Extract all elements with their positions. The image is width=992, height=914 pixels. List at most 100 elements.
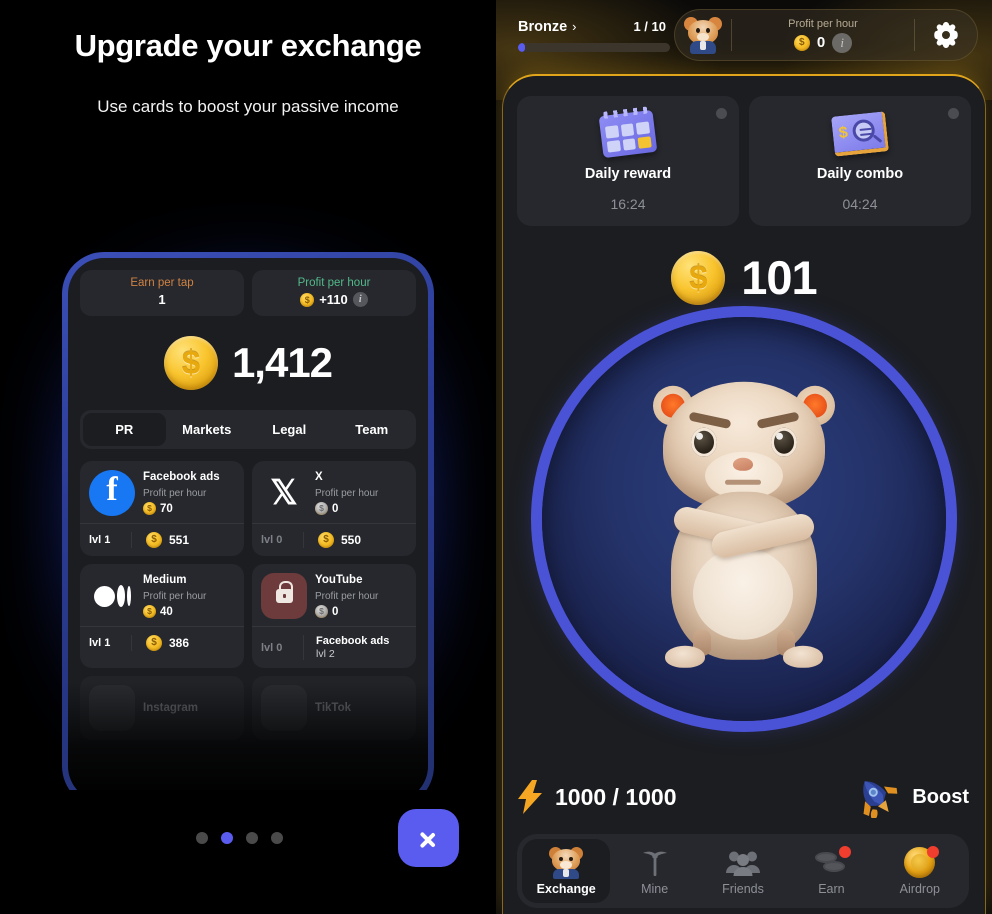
status-dot (716, 108, 727, 119)
avatar[interactable] (675, 16, 731, 54)
upgrade-card: f Facebook ads Profit per hour $ 70 lvl … (80, 461, 244, 556)
upgrade-card-pph-value: 70 (160, 502, 173, 515)
upgrade-card-name: TikTok (315, 702, 351, 715)
carousel-dot-4[interactable] (271, 832, 283, 844)
hamster-tap-circle[interactable] (542, 317, 946, 721)
carousel-dot-3[interactable] (246, 832, 258, 844)
rank-progress-fill (518, 42, 525, 52)
preview-faded-row: Instagram TikTok (80, 676, 416, 741)
upgrade-card-name: Medium (143, 574, 187, 586)
daily-reward-timer: 16:24 (610, 196, 646, 212)
upgrade-card-faded: Instagram (80, 676, 244, 741)
tab-pr: PR (83, 413, 166, 446)
energy-boost-row: 1000 / 1000 Boost (517, 776, 969, 822)
lightning-bolt-icon (517, 780, 543, 814)
instagram-icon (89, 685, 135, 732)
next-slide-button[interactable] (398, 809, 459, 867)
preview-earn-per-tap-card: Earn per tap 1 (80, 270, 244, 316)
upgrade-card-faded: TikTok (252, 676, 416, 741)
upgrade-card-level: lvl 0 (261, 641, 283, 654)
notification-badge (839, 845, 852, 858)
gold-coin-icon (904, 845, 940, 879)
facebook-icon: f (89, 470, 135, 516)
nav-item-earn[interactable]: Earn (787, 839, 875, 903)
upgrade-card-pph-label: Profit per hour (315, 591, 379, 603)
upgrade-card-price: 386 (169, 636, 190, 650)
earn-per-tap-label: Earn per tap (130, 277, 194, 289)
phone-screen: Earn per tap 1 Profit per hour $ +110 i (68, 258, 428, 802)
rank-progress-bar (518, 42, 670, 52)
coin-icon: $ (793, 34, 810, 51)
nav-item-friends[interactable]: Friends (699, 839, 787, 903)
coin-icon: $ (146, 635, 162, 651)
coin-icon: $ (315, 605, 328, 619)
settings-button[interactable] (915, 20, 977, 50)
preview-balance-value: 1,412 (231, 339, 333, 386)
info-icon: i (352, 292, 368, 307)
carousel-dot-1[interactable] (196, 832, 208, 844)
coin-icon: $ (315, 502, 328, 516)
profit-per-hour-row: $ +110 i (258, 292, 410, 307)
app-header: Bronze › 1 / 10 Profit per hour $ 0 i (496, 0, 992, 70)
coin-icon: $ (318, 532, 334, 548)
nav-item-mine[interactable]: Mine (610, 839, 698, 903)
promo-title: Upgrade your exchange (74, 28, 422, 63)
status-dot (948, 108, 959, 119)
upgrade-card-pph-value: 40 (160, 605, 173, 618)
coin-icon: $ (163, 336, 218, 390)
nav-item-exchange[interactable]: Exchange (522, 839, 611, 903)
app-screenshot: Upgrade your exchange Use cards to boost… (0, 0, 992, 914)
daily-reward-title: Daily reward (584, 166, 672, 182)
profit-per-hour-label: Profit per hour (297, 277, 371, 289)
upgrade-card-name: Instagram (143, 702, 198, 715)
daily-combo-card[interactable]: $ Daily combo 04:24 (749, 96, 971, 226)
lock-icon (261, 573, 307, 619)
main-content-card: Daily reward 16:24 $ Daily combo 04:24 $… (502, 74, 986, 914)
carousel-dots (196, 832, 283, 844)
coin-balance: $ 101 (517, 250, 971, 305)
upgrade-card-pph-label: Profit per hour (143, 591, 207, 603)
upgrade-card-pph-value: 0 (332, 605, 339, 618)
energy-value: 1000 / 1000 (555, 783, 677, 810)
upgrade-card: 𝕏 X Profit per hour $ 0 lvl 0 $ 550 (252, 461, 416, 556)
rank-section[interactable]: Bronze › 1 / 10 (496, 19, 674, 52)
coin-icon: $ (300, 292, 315, 307)
daily-tasks-row: Daily reward 16:24 $ Daily combo 04:24 (517, 96, 971, 226)
gear-icon (934, 22, 958, 48)
coins-icon (815, 845, 852, 879)
friends-icon (726, 847, 761, 879)
upgrade-card-pph-label: Profit per hour (143, 488, 207, 500)
coin-balance-value: 101 (741, 251, 817, 304)
nav-label-friends: Friends (722, 881, 764, 896)
nav-label-airdrop: Airdrop (899, 881, 940, 896)
boost-label: Boost (912, 785, 969, 808)
bottom-navigation: Exchange Mine Friends Earn Airdrop (517, 834, 969, 908)
preview-balance: $ 1,412 (80, 336, 416, 390)
rocket-icon (854, 776, 900, 822)
chevron-right-icon (420, 823, 437, 853)
coin-icon: $ (146, 532, 162, 548)
preview-upgrade-grid: f Facebook ads Profit per hour $ 70 lvl … (80, 461, 416, 669)
daily-combo-timer: 04:24 (842, 196, 878, 212)
upgrade-card-pph-value: 0 (332, 502, 339, 515)
combo-card-icon: $ (831, 110, 889, 158)
onboarding-promo-panel: Upgrade your exchange Use cards to boost… (0, 0, 496, 914)
nav-item-airdrop[interactable]: Airdrop (876, 839, 964, 903)
daily-reward-card[interactable]: Daily reward 16:24 (517, 96, 739, 226)
header-profit-pill: Profit per hour $ 0 i (674, 9, 978, 61)
game-app-panel: Bronze › 1 / 10 Profit per hour $ 0 i Da… (496, 0, 992, 914)
profit-per-hour-value: +110 (319, 292, 348, 307)
upgrade-card-name: YouTube (315, 574, 363, 586)
boost-button[interactable]: Boost (854, 776, 969, 822)
medium-icon (89, 573, 135, 619)
carousel-dot-2[interactable] (221, 832, 233, 844)
coin-icon: $ (143, 605, 156, 619)
upgrade-card-level: lvl 1 (89, 637, 111, 649)
tap-area[interactable] (517, 317, 971, 721)
nav-label-mine: Mine (641, 881, 669, 896)
promo-subtitle: Use cards to boost your passive income (97, 97, 399, 116)
nav-label-earn: Earn (818, 881, 845, 896)
upgrade-card-level: lvl 0 (261, 534, 283, 546)
info-icon[interactable]: i (832, 32, 853, 53)
upgrade-card-level: lvl 1 (89, 534, 111, 546)
